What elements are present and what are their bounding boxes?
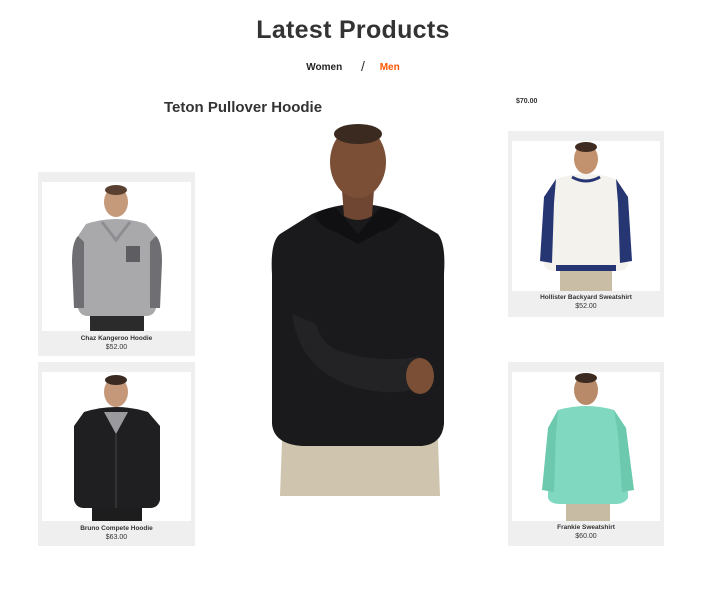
gray-hoodie-model-image (72, 185, 162, 331)
raglan-sweatshirt-model-image (540, 142, 632, 291)
black-zip-hoodie-model-image (74, 375, 160, 521)
product-name[interactable]: Frankie Sweatshirt (508, 524, 664, 531)
product-card[interactable]: Hollister Backyard Sweatshirt $52.00 (508, 131, 664, 317)
product-card[interactable]: Chaz Kangeroo Hoodie $52.00 (38, 172, 195, 356)
tab-women[interactable]: Women (306, 62, 342, 73)
product-card[interactable]: Bruno Compete Hoodie $63.00 (38, 362, 195, 546)
product-price: $63.00 (105, 534, 128, 541)
product-image[interactable] (42, 182, 191, 331)
product-name[interactable]: Chaz Kangeroo Hoodie (38, 335, 195, 342)
tab-men[interactable]: Men (380, 62, 400, 73)
product-price: $52.00 (575, 303, 597, 310)
product-name[interactable]: Hollister Backyard Sweatshirt (508, 294, 664, 301)
featured-product-price: $70.00 (516, 98, 538, 105)
product-card[interactable]: Frankie Sweatshirt $60.00 (508, 362, 664, 546)
tab-separator: / (361, 58, 365, 74)
product-name[interactable]: Bruno Compete Hoodie (38, 525, 195, 532)
featured-product-name[interactable]: Teton Pullover Hoodie (164, 99, 322, 116)
mint-sweatshirt-model-image (542, 373, 634, 521)
section-title: Latest Products (256, 16, 450, 44)
product-price: $60.00 (575, 533, 597, 540)
product-image[interactable] (42, 372, 191, 521)
category-tabs: Women / Men (0, 57, 706, 74)
product-image[interactable] (512, 141, 660, 291)
featured-product-image[interactable] (262, 124, 454, 496)
product-image[interactable] (512, 372, 660, 521)
product-price: $52.00 (105, 344, 128, 351)
black-hoodie-model-image (271, 124, 445, 496)
